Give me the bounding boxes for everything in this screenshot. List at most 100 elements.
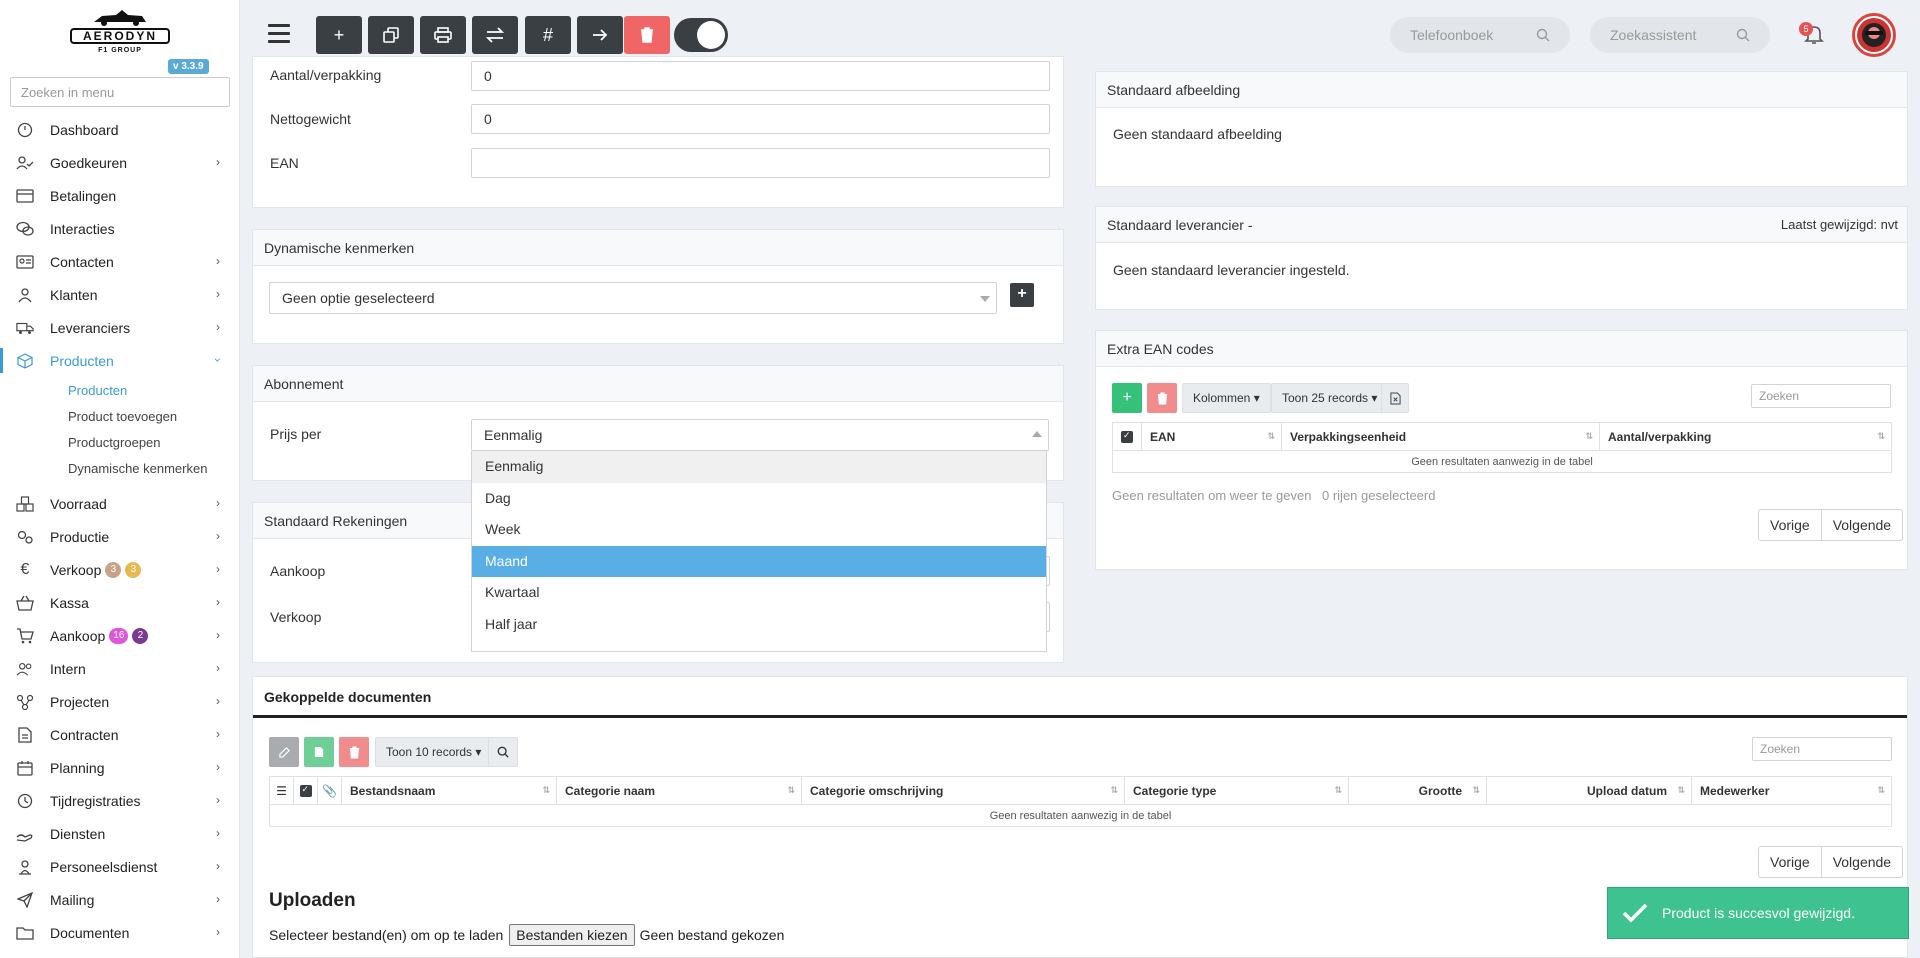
option-week[interactable]: Week [472,514,1046,546]
delete-ean-button[interactable] [1147,383,1177,413]
prev-page-button[interactable]: Vorige [1759,847,1821,877]
add-attribute-button[interactable]: + [1010,283,1034,307]
add-document-button[interactable] [304,737,334,767]
assistant-search[interactable]: Zoekassistent [1590,17,1770,53]
truck-icon [16,319,34,337]
col-attachment[interactable]: 📎 [317,776,342,805]
nav-item-betalingen[interactable]: Betalingen [0,179,239,212]
avatar[interactable] [1852,13,1896,57]
delete-button[interactable] [624,16,670,54]
prev-page-button[interactable]: Vorige [1759,510,1821,540]
next-page-button[interactable]: Volgende [1820,510,1902,540]
nav-item-aankoop[interactable]: Aankoop 16 2 › [0,619,239,652]
success-toast[interactable]: Product is succesvol gewijzigd. [1607,887,1909,939]
add-ean-button[interactable]: + [1112,383,1142,413]
stock-icon [16,495,34,513]
select-all-checkbox[interactable] [293,776,318,805]
nav-item-projecten[interactable]: Projecten › [0,685,239,718]
next-page-button[interactable]: Volgende [1820,847,1902,877]
hamburger-menu-icon[interactable] [268,24,290,44]
nav-item-producten[interactable]: Producten › [0,344,239,377]
nav-label: Kassa [50,594,89,611]
col-grootte[interactable]: Grootte ⇅ [1348,776,1487,805]
select-all-checkbox[interactable] [1112,422,1142,451]
option-dag[interactable]: Dag [472,483,1046,515]
option-half-jaar[interactable]: Half jaar [472,609,1046,641]
records-dropdown-button[interactable]: Toon 10 records ▾ [375,737,493,767]
nav-item-productie[interactable]: Productie › [0,520,239,553]
option-kwartaal[interactable]: Kwartaal [472,577,1046,609]
nav-label: Productie [50,528,110,545]
col-ean[interactable]: EAN ⇅ [1141,422,1282,451]
ean-input[interactable] [471,148,1050,178]
nav-item-kassa[interactable]: Kassa › [0,586,239,619]
nav-item-documenten[interactable]: Documenten › [0,916,239,949]
nav-item-intern[interactable]: Intern › [0,652,239,685]
delete-document-button[interactable] [339,737,369,767]
sub-item-productgroepen[interactable]: Productgroepen [0,429,239,455]
nav-item-verkoop[interactable]: € Verkoop 3 3 › [0,553,239,586]
chevron-right-icon: › [216,562,220,576]
nav-item-personeelsdienst[interactable]: Personeelsdienst › [0,850,239,883]
nav-item-planning[interactable]: Planning › [0,751,239,784]
hash-button[interactable]: # [525,16,571,54]
col-bestandsnaam[interactable]: Bestandsnaam ⇅ [341,776,557,805]
prijs-per-select[interactable]: Eenmalig [471,419,1049,451]
export-button[interactable] [1381,383,1409,413]
duplicate-button[interactable] [368,16,414,54]
choose-files-button[interactable]: Bestanden kiezen [509,924,635,946]
phonebook-search[interactable]: Telefoonboek [1390,17,1570,53]
records-dropdown-button[interactable]: Toon 25 records ▾ [1271,383,1389,413]
columns-dropdown-button[interactable]: Kolommen ▾ [1182,383,1271,413]
col-categorie-naam[interactable]: Categorie naam ⇅ [556,776,802,805]
sub-item-dynamische-kenmerken[interactable]: Dynamische kenmerken [0,455,239,481]
option-maand[interactable]: Maand [472,545,1046,577]
checkmark-icon [1622,903,1648,923]
nav-item-leveranciers[interactable]: Leveranciers › [0,311,239,344]
nav-item-diensten[interactable]: Diensten › [0,817,239,850]
contract-icon [16,726,34,744]
nav-item-goedkeuren[interactable]: Goedkeuren › [0,146,239,179]
race-car-icon [94,10,146,26]
nettogewicht-input[interactable]: 0 [471,104,1050,134]
logo[interactable]: AERODYN F1 GROUP [70,4,170,54]
documents-search-input[interactable]: Zoeken [1752,737,1892,761]
col-upload-datum[interactable]: Upload datum ⇅ [1486,776,1692,805]
search-button[interactable] [488,737,518,767]
assistant-placeholder: Zoekassistent [1610,27,1697,43]
nav-item-tijdregistraties[interactable]: Tijdregistraties › [0,784,239,817]
ean-search-input[interactable]: Zoeken [1751,384,1891,408]
edit-document-button[interactable] [269,737,299,767]
header-label: Aantal/verpakking [1608,429,1712,444]
nav-item-klanten[interactable]: Klanten › [0,278,239,311]
col-medewerker[interactable]: Medewerker ⇅ [1691,776,1892,805]
mode-toggle[interactable] [674,18,728,52]
aantal-input[interactable]: 0 [471,61,1050,91]
col-list[interactable]: ☰ [269,776,294,805]
nav-item-voorraad[interactable]: Voorraad › [0,487,239,520]
option-eenmalig[interactable]: Eenmalig [472,451,1046,483]
menu-search-input[interactable] [10,77,230,107]
dynamic-attributes-card: Dynamische kenmerken Geen optie geselect… [252,229,1064,344]
nav-item-contracten[interactable]: Contracten › [0,718,239,751]
header-label: EAN [1150,429,1176,444]
nav-item-dashboard[interactable]: Dashboard [0,113,239,146]
col-aantal-verpakking[interactable]: Aantal/verpakking ⇅ [1599,422,1892,451]
nav-item-interacties[interactable]: Interacties [0,212,239,245]
swap-button[interactable] [472,16,518,54]
basket-icon [16,594,34,612]
nav-item-contacten[interactable]: Contacten › [0,245,239,278]
dynamic-attribute-select[interactable]: Geen optie geselecteerd [269,282,997,314]
col-categorie-omschrijving[interactable]: Categorie omschrijving ⇅ [801,776,1125,805]
search-icon [1736,28,1750,42]
col-categorie-type[interactable]: Categorie type ⇅ [1124,776,1349,805]
print-button[interactable] [420,16,466,54]
sub-item-product-toevoegen[interactable]: Product toevoegen [0,403,239,429]
sub-item-producten[interactable]: Producten [0,377,239,403]
header-label: Medewerker [1700,783,1770,798]
chevron-right-icon: › [216,859,220,873]
forward-button[interactable] [577,16,623,54]
col-verpakkingseenheid[interactable]: Verpakkingseenheid ⇅ [1281,422,1600,451]
nav-item-mailing[interactable]: Mailing › [0,883,239,916]
add-button[interactable]: + [316,16,362,54]
